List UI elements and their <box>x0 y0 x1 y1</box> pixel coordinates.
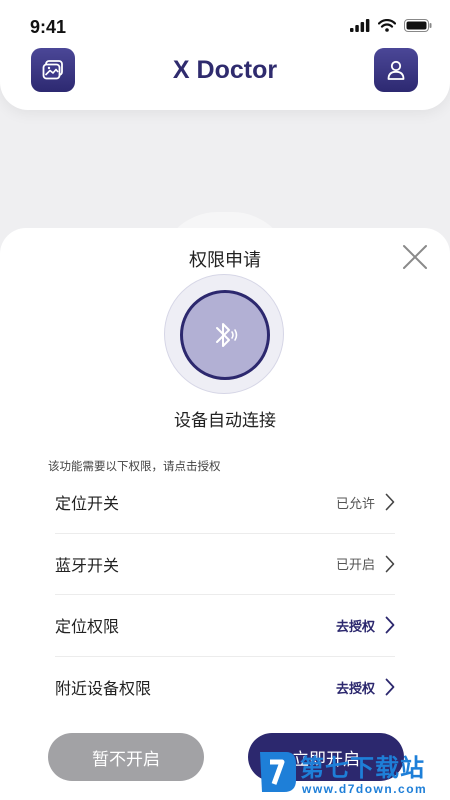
permission-name: 附近设备权限 <box>55 679 152 699</box>
chevron-right-icon <box>385 678 395 696</box>
chevron-right-icon <box>385 616 395 634</box>
signal-icon <box>350 19 370 32</box>
watermark-brand: 第七下载站 <box>300 754 425 782</box>
permission-name: 定位权限 <box>55 617 120 637</box>
watermark-url: www.d7down.com <box>302 782 428 796</box>
permission-name: 定位开关 <box>55 494 120 514</box>
permission-row-location-switch[interactable]: 定位开关 已允许 <box>55 472 395 534</box>
status-bar: 9:41 <box>0 0 450 50</box>
permission-row-bluetooth-switch[interactable]: 蓝牙开关 已开启 <box>55 534 395 595</box>
chevron-right-icon <box>385 493 395 511</box>
permission-status: 已开启 <box>335 558 375 574</box>
device-connect-label: 设备自动连接 <box>174 411 276 431</box>
status-time: 9:41 <box>30 17 67 37</box>
permission-action: 去授权 <box>336 678 395 697</box>
authorize-link[interactable]: 去授权 <box>336 678 375 697</box>
permission-row-nearby-devices[interactable]: 附近设备权限 去授权 <box>55 657 395 719</box>
bluetooth-indicator <box>164 274 284 394</box>
app-header: 9:41 X Doctor <box>0 0 450 110</box>
user-icon <box>387 60 405 80</box>
permission-action: 已允许 <box>336 493 395 512</box>
bluetooth-icon <box>216 323 238 347</box>
permission-row-location-permission[interactable]: 定位权限 去授权 <box>55 595 395 657</box>
profile-button[interactable] <box>374 48 418 92</box>
wifi-icon <box>378 19 396 32</box>
permission-sheet: 权限申请 设备自动连接 该功能需要以下权限，请点击授权 定位开关 已允许 蓝牙开… <box>0 228 450 800</box>
permission-status: 已允许 <box>335 496 375 512</box>
permission-list: 定位开关 已允许 蓝牙开关 已开启 定位权限 去授权 附近设备权限 去授权 <box>55 472 395 718</box>
close-button[interactable] <box>402 244 428 270</box>
authorize-link[interactable]: 去授权 <box>336 616 375 635</box>
cancel-button[interactable]: 暂不开启 <box>48 733 204 781</box>
close-icon <box>403 245 427 269</box>
sheet-title: 权限申请 <box>189 250 261 271</box>
status-icons <box>350 19 432 32</box>
permission-action: 已开启 <box>336 554 395 573</box>
watermark: 第七下载站 www.d7down.com <box>250 744 450 800</box>
permission-name: 蓝牙开关 <box>55 555 120 575</box>
chevron-right-icon <box>385 555 395 573</box>
permission-action: 去授权 <box>336 616 395 635</box>
battery-icon <box>404 19 432 32</box>
bluetooth-circle <box>180 290 270 380</box>
watermark-logo-icon <box>260 752 296 792</box>
